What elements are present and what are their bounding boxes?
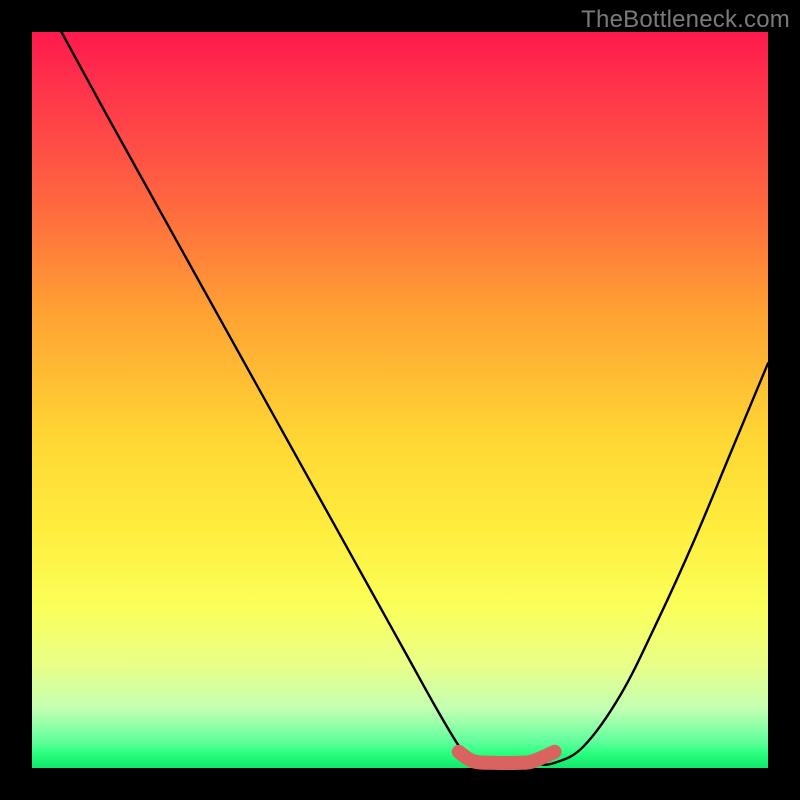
chart-svg xyxy=(32,32,768,768)
watermark-text: TheBottleneck.com xyxy=(581,6,790,34)
chart-frame: TheBottleneck.com xyxy=(0,0,800,800)
optimal-band-marker xyxy=(459,752,555,763)
bottleneck-curve xyxy=(61,32,768,765)
chart-plot-area xyxy=(32,32,768,768)
